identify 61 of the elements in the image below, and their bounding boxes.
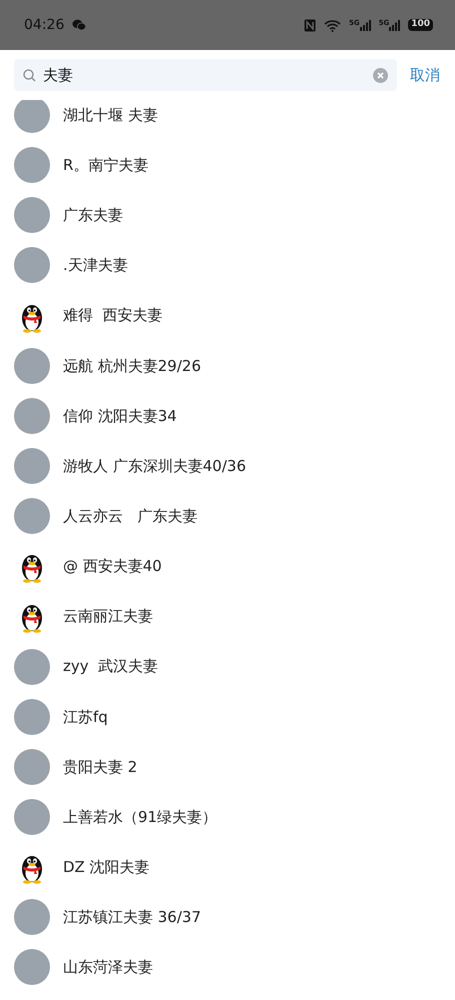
signal-icon [389,20,400,30]
contact-name: 远航 杭州夫妻29/26 [63,356,201,377]
contact-result[interactable]: 云南丽江夫妻 [0,591,455,642]
contact-name: 云南丽江夫妻 [63,606,153,628]
contact-name: @ 西安夫妻40 [63,556,162,578]
contact-name: .天津夫妻 [63,255,128,276]
status-time: 04:26 [24,16,64,34]
nfc-icon [304,18,316,32]
search-field[interactable]: 夫妻 [14,59,397,91]
contact-result[interactable]: 信仰 沈阳夫妻34 [0,390,455,441]
photo-placeholder [14,197,50,234]
contact-result[interactable]: 江苏fq [0,692,455,742]
contact-result[interactable]: 湖北十堰 夫妻 [0,100,455,140]
contact-name: DZ 沈阳夫妻 [63,856,150,878]
contact-name: 上善若水（91绿夫妻） [63,806,218,828]
photo-placeholder [14,799,50,836]
photo-placeholder [14,949,50,986]
photo-placeholder [14,448,50,484]
contact-result[interactable]: @ 西安夫妻40 [0,541,455,592]
contact-name: 江苏fq [63,706,108,728]
contact-name: zyy 武汉夫妻 [63,656,158,678]
photo-placeholder [14,348,50,384]
signal-icon [360,20,371,30]
wifi-icon [324,18,341,32]
contact-name: 信仰 沈阳夫妻34 [63,406,177,427]
contact-name: 难得 西安夫妻 [63,305,163,326]
photo-placeholder [14,147,50,184]
contact-result[interactable]: 广东夫妻 [0,190,455,240]
contact-name: 湖北十堰 夫妻 [63,104,158,126]
photo-placeholder [14,498,50,534]
photo-placeholder [14,698,50,735]
contact-result[interactable]: R。南宁夫妻 [0,140,455,190]
contact-result[interactable]: 山东菏泽夫妻 [0,942,455,993]
photo-placeholder [14,899,50,936]
battery-level: 100 [408,19,433,31]
photo-placeholder [14,648,50,685]
contact-result[interactable]: DZ 沈阳夫妻 [0,842,455,892]
photo-placeholder [14,398,50,434]
photo-placeholder [14,748,50,785]
contact-result[interactable]: 远航 杭州夫妻29/26 [0,340,455,391]
contact-result[interactable]: .天津夫妻 [0,240,455,291]
cancel-button[interactable]: 取消 [410,64,440,86]
contact-result[interactable]: 贵阳夫妻 2 [0,742,455,792]
contact-name: 贵阳夫妻 2 [63,756,138,778]
search-icon [23,69,36,82]
contact-result[interactable]: 上善若水（91绿夫妻） [0,792,455,842]
contact-name: R。南宁夫妻 [63,154,148,176]
contact-name: 山东菏泽夫妻 [63,957,153,978]
photo-placeholder [14,100,50,134]
contact-name: 人云亦云 广东夫妻 [63,506,198,527]
photo-placeholder [14,247,50,284]
contact-result[interactable]: zyy 武汉夫妻 [0,642,455,692]
contact-result[interactable]: 难得 西安夫妻 [0,290,455,341]
contact-result[interactable]: 江苏镇江夫妻 36/37 [0,892,455,942]
contact-result[interactable]: 人云亦云 广东夫妻 [0,491,455,542]
clear-icon[interactable] [373,68,388,82]
contact-name: 广东夫妻 [63,205,123,226]
contact-result[interactable]: 游牧人 广东深圳夫妻40/36 [0,440,455,492]
contact-name: 江苏镇江夫妻 36/37 [63,907,201,928]
contact-name: 游牧人 广东深圳夫妻40/36 [63,456,246,477]
chat-app-icon [72,19,86,31]
